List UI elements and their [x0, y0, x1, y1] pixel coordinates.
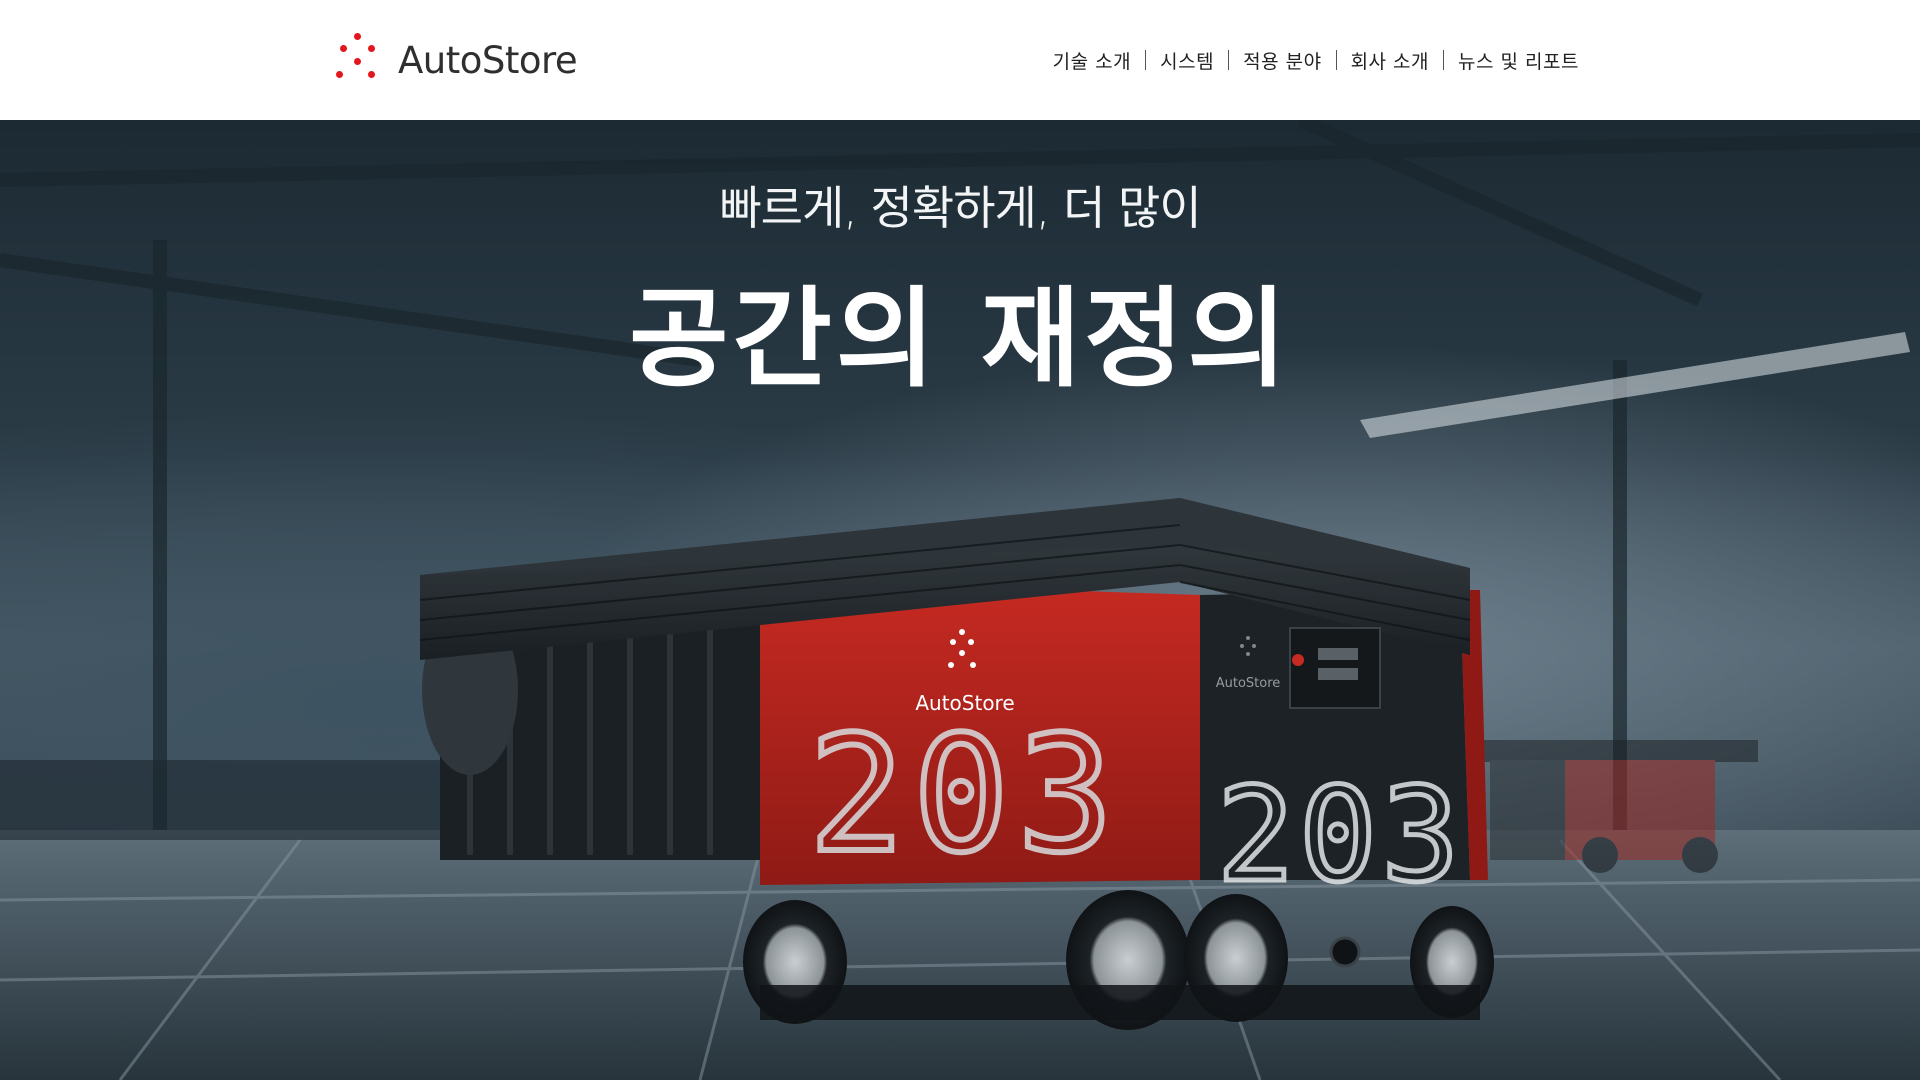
logo-text: AutoStore [398, 38, 578, 82]
hero-subtitle: 빠르게, 정확하게, 더 많이 [719, 181, 1201, 235]
nav-item-company[interactable]: 회사 소개 [1351, 47, 1429, 74]
robot-number-front: 203 [809, 701, 1122, 888]
nav-divider [1228, 50, 1230, 70]
main-nav: 기술 소개 시스템 적용 분야 회사 소개 뉴스 및 리포트 [1053, 44, 1579, 76]
nav-divider [1145, 50, 1147, 70]
hero-banner: AutoStore AutoStore 203 203 빠르게, 정확하게, 더… [0, 120, 1920, 1080]
bin-stack [0, 760, 440, 840]
autostore-logo[interactable]: AutoStore [336, 30, 578, 90]
nav-item-applications[interactable]: 적용 분야 [1243, 47, 1321, 74]
nav-item-technology[interactable]: 기술 소개 [1053, 47, 1131, 74]
nav-divider [1443, 50, 1445, 70]
robot-side-brand-label: AutoStore [1216, 676, 1281, 691]
nav-item-news-reports[interactable]: 뉴스 및 리포트 [1458, 47, 1579, 74]
hero-title: 공간의 재정의 [629, 277, 1291, 402]
robot-number-side: 203 [1217, 759, 1464, 911]
nav-item-system[interactable]: 시스템 [1160, 47, 1214, 74]
autostore-dots-icon [336, 31, 380, 89]
site-header: AutoStore 기술 소개 시스템 적용 분야 회사 소개 뉴스 및 리포트 [0, 0, 1920, 120]
background-robot [1478, 740, 1758, 873]
nav-divider [1335, 50, 1337, 70]
